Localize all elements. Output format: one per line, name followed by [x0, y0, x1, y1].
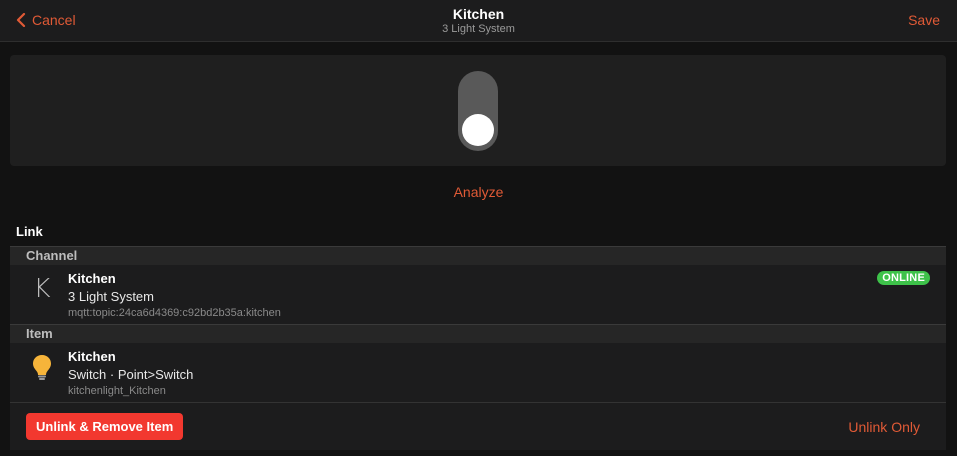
channel-row[interactable]: K Kitchen 3 Light System mqtt:topic:24ca…	[10, 265, 946, 325]
channel-section: Channel K Kitchen 3 Light System mqtt:to…	[10, 246, 946, 325]
channel-icon: K	[28, 274, 56, 304]
unlink-only-button[interactable]: Unlink Only	[848, 419, 920, 435]
lightbulb-icon	[28, 353, 56, 381]
item-title: Kitchen	[68, 349, 116, 364]
item-header: Item	[10, 324, 946, 343]
channel-subtitle: 3 Light System	[68, 289, 154, 304]
channel-title: Kitchen	[68, 271, 116, 286]
analyze-button[interactable]: Analyze	[0, 184, 957, 200]
page-title: Kitchen	[452, 6, 505, 22]
navbar: Cancel Kitchen 3 Light System Save	[0, 0, 957, 42]
save-button[interactable]: Save	[908, 12, 940, 28]
switch-toggle[interactable]	[458, 71, 498, 151]
link-section-title: Link	[16, 224, 43, 239]
status-badge: ONLINE	[877, 271, 930, 285]
channel-uid: mqtt:topic:24ca6d4369:c92bd2b35a:kitchen	[68, 307, 281, 319]
page-subtitle: 3 Light System	[442, 23, 515, 35]
actions-bar: Unlink & Remove Item Unlink Only	[10, 403, 946, 450]
channel-k-icon: K	[33, 274, 51, 304]
toggle-knob	[462, 114, 494, 146]
item-section: Item Kitchen Switch · Point>Switch kitch…	[10, 324, 946, 403]
unlink-remove-button[interactable]: Unlink & Remove Item	[26, 413, 184, 440]
channel-header: Channel	[10, 246, 946, 265]
item-subtitle: Switch · Point>Switch	[68, 367, 194, 382]
toggle-card	[10, 55, 946, 166]
item-row[interactable]: Kitchen Switch · Point>Switch kitchenlig…	[10, 343, 946, 403]
item-name: kitchenlight_Kitchen	[68, 385, 166, 397]
